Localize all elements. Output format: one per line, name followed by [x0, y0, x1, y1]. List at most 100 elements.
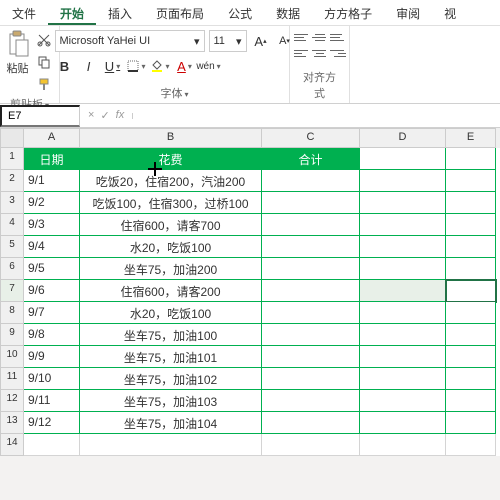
cell[interactable]	[360, 214, 446, 236]
align-center-button[interactable]	[312, 46, 328, 60]
col-header-b[interactable]: B	[80, 128, 262, 148]
cell[interactable]	[80, 434, 262, 456]
cell[interactable]: 水20，吃饭100	[80, 302, 262, 324]
cell[interactable]	[262, 368, 360, 390]
fx-icon[interactable]: fx	[116, 109, 125, 122]
cell[interactable]	[446, 258, 496, 280]
cell[interactable]: 9/7	[24, 302, 80, 324]
cell[interactable]	[360, 324, 446, 346]
menu-home[interactable]: 开始	[48, 0, 96, 25]
cell[interactable]: 坐车75，加油200	[80, 258, 262, 280]
cell[interactable]	[262, 390, 360, 412]
cell[interactable]: 坐车75，加油101	[80, 346, 262, 368]
cell[interactable]	[446, 170, 496, 192]
format-painter-button[interactable]	[34, 74, 54, 94]
cell[interactable]: 9/12	[24, 412, 80, 434]
row-header[interactable]: 9	[0, 324, 24, 346]
cell[interactable]	[262, 324, 360, 346]
cancel-formula-icon[interactable]: ×	[88, 109, 94, 122]
cell[interactable]: 合计	[262, 148, 360, 170]
row-header[interactable]: 10	[0, 346, 24, 368]
row-header[interactable]: 8	[0, 302, 24, 324]
row-header[interactable]: 12	[0, 390, 24, 412]
cell[interactable]	[446, 324, 496, 346]
cell[interactable]	[360, 170, 446, 192]
cell[interactable]	[262, 192, 360, 214]
cell[interactable]: 9/1	[24, 170, 80, 192]
menu-layout[interactable]: 页面布局	[144, 0, 216, 25]
cell[interactable]: 9/8	[24, 324, 80, 346]
col-header-d[interactable]: D	[360, 128, 446, 148]
font-label[interactable]: 字体	[160, 85, 188, 101]
font-size-select[interactable]: 11▾	[209, 30, 247, 52]
cell[interactable]	[446, 192, 496, 214]
cell[interactable]	[360, 148, 446, 170]
row-header[interactable]: 6	[0, 258, 24, 280]
cell[interactable]: 9/5	[24, 258, 80, 280]
cut-button[interactable]	[34, 30, 54, 50]
cell[interactable]	[24, 434, 80, 456]
row-header[interactable]: 14	[0, 434, 24, 456]
col-header-a[interactable]: A	[24, 128, 80, 148]
cell[interactable]: 吃饭100，住宿300，过桥100	[80, 192, 262, 214]
cell[interactable]	[262, 258, 360, 280]
cell[interactable]	[262, 302, 360, 324]
col-header-e[interactable]: E	[446, 128, 496, 148]
row-header[interactable]: 5	[0, 236, 24, 258]
font-name-select[interactable]: Microsoft YaHei UI▾	[55, 30, 205, 52]
cell[interactable]: 9/4	[24, 236, 80, 258]
menu-insert[interactable]: 插入	[96, 0, 144, 25]
cell[interactable]: 吃饭20，住宿200，汽油200	[80, 170, 262, 192]
cell[interactable]	[446, 214, 496, 236]
menu-review[interactable]: 审阅	[384, 0, 432, 25]
cell[interactable]	[446, 302, 496, 324]
cell[interactable]: 坐车75，加油104	[80, 412, 262, 434]
cell[interactable]	[262, 236, 360, 258]
align-bottom-button[interactable]	[330, 30, 346, 44]
name-box[interactable]	[0, 105, 80, 127]
cell[interactable]	[360, 434, 446, 456]
row-header[interactable]: 4	[0, 214, 24, 236]
underline-button[interactable]: U	[103, 56, 123, 76]
cell[interactable]	[262, 214, 360, 236]
cell[interactable]: 9/6	[24, 280, 80, 302]
menu-formula[interactable]: 公式	[216, 0, 264, 25]
cell[interactable]	[360, 412, 446, 434]
cell[interactable]: 坐车75，加油100	[80, 324, 262, 346]
row-header[interactable]: 7	[0, 280, 24, 302]
cell[interactable]	[360, 368, 446, 390]
cell[interactable]	[262, 434, 360, 456]
cell[interactable]: 住宿600，请客200	[80, 280, 262, 302]
cell[interactable]: 9/10	[24, 368, 80, 390]
cell[interactable]: 坐车75，加油102	[80, 368, 262, 390]
cell[interactable]	[360, 258, 446, 280]
cell[interactable]	[360, 302, 446, 324]
copy-button[interactable]	[34, 52, 54, 72]
align-top-button[interactable]	[294, 30, 310, 44]
cell[interactable]	[446, 346, 496, 368]
cell[interactable]	[446, 390, 496, 412]
cell[interactable]: 坐车75，加油103	[80, 390, 262, 412]
cell[interactable]	[446, 148, 496, 170]
cell[interactable]	[446, 412, 496, 434]
cell[interactable]: 水20，吃饭100	[80, 236, 262, 258]
cell[interactable]	[446, 434, 496, 456]
cell[interactable]: 9/9	[24, 346, 80, 368]
formula-input[interactable]	[132, 113, 500, 119]
cell[interactable]	[360, 236, 446, 258]
cell[interactable]: 花费	[80, 148, 262, 170]
row-header[interactable]: 3	[0, 192, 24, 214]
row-header[interactable]: 11	[0, 368, 24, 390]
cell[interactable]	[262, 280, 360, 302]
fill-color-button[interactable]	[151, 56, 171, 76]
cell[interactable]: 日期	[24, 148, 80, 170]
phonetic-button[interactable]: wén	[199, 56, 219, 76]
col-header-c[interactable]: C	[262, 128, 360, 148]
cell[interactable]	[360, 346, 446, 368]
cell[interactable]: 9/11	[24, 390, 80, 412]
row-header[interactable]: 1	[0, 148, 24, 170]
cell[interactable]	[262, 412, 360, 434]
align-middle-button[interactable]	[312, 30, 328, 44]
cell[interactable]: 9/2	[24, 192, 80, 214]
menu-view[interactable]: 视	[432, 0, 468, 25]
